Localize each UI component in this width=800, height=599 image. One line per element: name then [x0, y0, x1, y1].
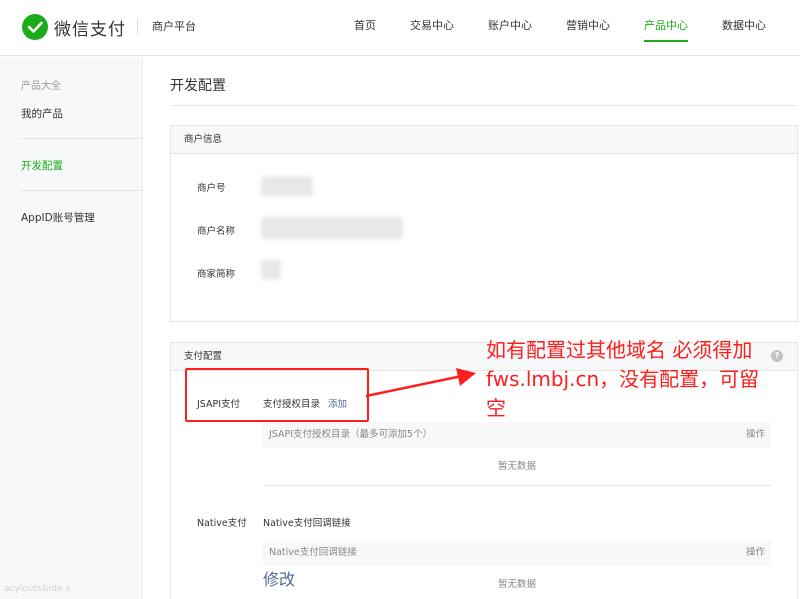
sidebar-item-appid[interactable]: AppID账号管理 [21, 210, 95, 225]
merchant-short-name-label: 商家简称 [197, 269, 236, 280]
merchant-info-header: 商户信息 [171, 126, 797, 154]
brand-logo[interactable]: 微信支付 [22, 14, 126, 40]
nav-transactions[interactable]: 交易中心 [410, 0, 454, 56]
native-table-col-action: 操作 [745, 547, 765, 558]
nav-account[interactable]: 账户中心 [488, 0, 532, 56]
nav-products[interactable]: 产品中心 [644, 0, 688, 56]
watermark-text: acylouts&ide s [4, 584, 71, 594]
jsapi-table-col-action: 操作 [745, 429, 765, 440]
sidebar-section-title: 产品大全 [21, 81, 61, 92]
sidebar-divider [21, 190, 143, 191]
jsapi-table-empty-row: 暂无数据 [263, 448, 771, 486]
annotation-text: 如有配置过其他域名 必须得加fws.lmbj.cn，没有配置，可留空 [486, 338, 760, 420]
wechat-pay-logo-icon [22, 14, 48, 40]
jsapi-table-col-dir: JSAPI支付授权目录（最多可添加5个） [269, 429, 433, 440]
title-divider [170, 105, 798, 106]
sidebar-item-dev-config[interactable]: 开发配置 [21, 158, 63, 173]
top-header: 微信支付 商户平台 首页 交易中心 账户中心 营销中心 产品中心 数据中心 [0, 0, 800, 56]
top-nav: 首页 交易中心 账户中心 营销中心 产品中心 数据中心 [354, 0, 800, 56]
merchant-name-label: 商户名称 [197, 226, 236, 237]
nav-home[interactable]: 首页 [354, 0, 376, 56]
sidebar-divider [21, 138, 143, 139]
nav-data[interactable]: 数据中心 [722, 0, 766, 56]
highlight-box [185, 368, 369, 422]
native-pay-label: Native支付 [197, 518, 247, 529]
sidebar-item-my-products[interactable]: 我的产品 [21, 106, 63, 121]
merchant-id-label: 商户号 [197, 183, 226, 194]
app-window: 微信支付 商户平台 首页 交易中心 账户中心 营销中心 产品中心 数据中心 产品… [0, 0, 800, 599]
page-title: 开发配置 [170, 78, 226, 94]
native-table-col-link: Native支付回调链接 [269, 547, 357, 558]
native-table-header: Native支付回调链接 操作 [263, 540, 771, 566]
native-table-empty-row: 暂无数据 修改 [263, 566, 771, 599]
merchant-name-redacted [261, 217, 403, 239]
native-empty-text: 暂无数据 [497, 579, 536, 590]
merchant-id-redacted [261, 176, 313, 196]
jsapi-empty-text: 暂无数据 [497, 461, 536, 472]
jsapi-table-header: JSAPI支付授权目录（最多可添加5个） 操作 [263, 422, 771, 448]
brand-name: 微信支付 [54, 19, 126, 40]
merchant-info-panel: 商户信息 商户号 商户名称 商家简称 [170, 125, 798, 322]
merchant-short-name-redacted [261, 260, 281, 280]
native-callback-label: Native支付回调链接 [263, 518, 351, 529]
nav-marketing[interactable]: 营销中心 [566, 0, 610, 56]
sidebar: 产品大全 我的产品 开发配置 AppID账号管理 acylouts&ide s [0, 57, 143, 599]
platform-name: 商户平台 [137, 18, 196, 36]
